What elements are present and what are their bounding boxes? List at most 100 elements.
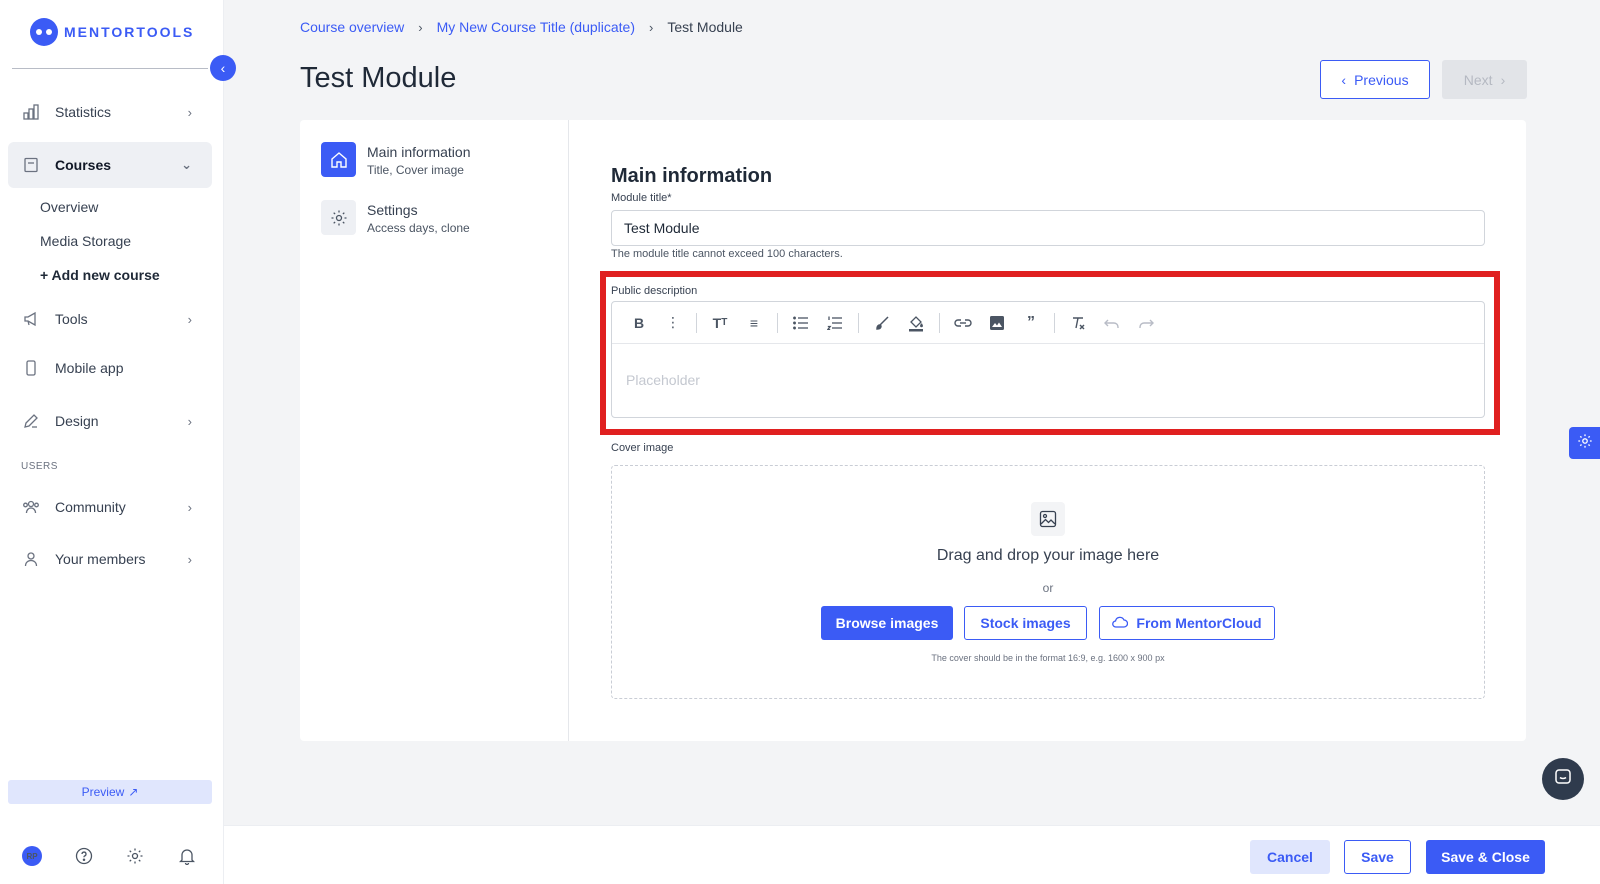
chevron-right-icon: › [187, 104, 192, 120]
previous-button[interactable]: ‹ Previous [1320, 60, 1430, 99]
previous-label: Previous [1354, 71, 1409, 88]
next-button[interactable]: Next › [1442, 60, 1527, 99]
mentorcloud-label: From MentorCloud [1136, 615, 1262, 631]
gear-icon[interactable] [125, 846, 145, 866]
chat-button[interactable] [1542, 758, 1584, 800]
chat-icon [1554, 768, 1572, 791]
font-size-icon[interactable]: TT [703, 308, 737, 338]
page-title: Test Module [300, 62, 457, 94]
sidebar-item-statistics[interactable]: Statistics › [8, 89, 212, 135]
gear-icon [1577, 433, 1593, 454]
user-icon [22, 550, 40, 568]
steps-panel: Main information Title, Cover image Sett… [300, 120, 569, 741]
chevron-right-icon: › [187, 551, 192, 567]
module-title-hint: The module title cannot exceed 100 chara… [611, 248, 843, 260]
bar-chart-icon [22, 103, 40, 121]
cover-image-dropzone[interactable]: Drag and drop your image here or Browse … [611, 465, 1485, 699]
numbered-list-icon[interactable] [818, 308, 852, 338]
module-form-card: Main information Title, Cover image Sett… [300, 120, 1526, 741]
chevron-right-icon: › [649, 19, 654, 35]
external-link-icon: ↗ [128, 785, 139, 799]
save-close-button[interactable]: Save & Close [1426, 840, 1545, 874]
module-title-label: Module title* [611, 192, 672, 204]
sidebar-subitem-overview[interactable]: Overview [40, 199, 98, 215]
avatar[interactable]: RP [22, 846, 42, 866]
chevron-left-icon: ‹ [220, 60, 226, 76]
next-label: Next [1463, 71, 1493, 88]
sidebar: MENTORTOOLS Statistics › Courses ⌄ Overv… [0, 0, 224, 884]
module-title-input[interactable]: Test Module [611, 210, 1485, 246]
sidebar-item-tools[interactable]: Tools › [8, 296, 212, 342]
add-new-course-link[interactable]: + Add new course [40, 267, 160, 283]
toolbar-divider [777, 312, 778, 333]
step-settings[interactable]: Settings Access days, clone [321, 200, 470, 235]
cancel-button[interactable]: Cancel [1250, 840, 1330, 874]
editor-toolbar: B ⋮ TT ≡ ” [612, 302, 1484, 344]
sidebar-item-label: Statistics [55, 104, 112, 120]
users-icon [22, 498, 40, 516]
phone-icon [22, 359, 40, 377]
sidebar-divider [12, 68, 208, 69]
sidebar-item-mobile-app[interactable]: Mobile app [8, 345, 212, 391]
step-title: Main information [367, 144, 471, 160]
chevron-down-icon: ⌄ [181, 157, 192, 172]
toolbar-divider [1054, 312, 1055, 333]
preview-label: Preview [81, 785, 125, 799]
bell-icon[interactable] [177, 846, 197, 866]
clear-format-icon[interactable] [1061, 308, 1095, 338]
chevron-right-icon: › [187, 413, 192, 429]
brand-logo[interactable]: MENTORTOOLS [30, 18, 194, 46]
section-title: Main information [611, 165, 773, 187]
or-text: or [1042, 581, 1054, 595]
chevron-right-icon: › [187, 311, 192, 327]
help-icon[interactable] [74, 846, 94, 866]
sidebar-subitem-media-storage[interactable]: Media Storage [40, 233, 131, 249]
align-icon[interactable]: ≡ [737, 308, 771, 338]
sidebar-item-label: Your members [55, 551, 146, 567]
breadcrumb-course[interactable]: My New Course Title (duplicate) [437, 19, 635, 35]
sidebar-item-label: Courses [55, 157, 112, 173]
save-button[interactable]: Save [1344, 840, 1411, 874]
sidebar-item-community[interactable]: Community › [8, 484, 212, 530]
sidebar-bottom-bar: RP [0, 838, 224, 878]
sidebar-collapse-button[interactable]: ‹ [210, 55, 236, 81]
toolbar-divider [696, 312, 697, 333]
breadcrumb-current: Test Module [667, 19, 743, 35]
stock-images-button[interactable]: Stock images [964, 606, 1087, 640]
breadcrumb-course-overview[interactable]: Course overview [300, 19, 404, 35]
image-icon [1031, 502, 1065, 536]
step-main-information[interactable]: Main information Title, Cover image [321, 142, 471, 177]
chevron-right-icon: › [1500, 71, 1506, 88]
sidebar-item-your-members[interactable]: Your members › [8, 536, 212, 582]
description-label: Public description [611, 285, 698, 297]
preview-button[interactable]: Preview ↗ [8, 780, 212, 804]
cover-format-note: The cover should be in the format 16:9, … [931, 653, 1165, 663]
step-title: Settings [367, 202, 418, 218]
book-icon [22, 156, 40, 174]
brush-icon[interactable] [865, 308, 899, 338]
more-vertical-icon[interactable]: ⋮ [656, 308, 690, 338]
cloud-icon [1112, 615, 1129, 631]
link-icon[interactable] [946, 308, 980, 338]
undo-icon[interactable] [1095, 308, 1129, 338]
mentorcloud-button[interactable]: From MentorCloud [1099, 606, 1275, 640]
chevron-right-icon: › [418, 19, 423, 35]
editor-content[interactable]: Placeholder [612, 344, 1484, 416]
sidebar-item-design[interactable]: Design › [8, 398, 212, 444]
sidebar-item-label: Community [55, 499, 126, 515]
step-subtitle: Title, Cover image [367, 163, 464, 177]
redo-icon[interactable] [1129, 308, 1163, 338]
chevron-left-icon: ‹ [1341, 71, 1347, 88]
bold-icon[interactable]: B [622, 308, 656, 338]
gear-icon [321, 200, 356, 235]
browse-images-button[interactable]: Browse images [821, 606, 953, 640]
sidebar-item-courses[interactable]: Courses ⌄ [8, 142, 212, 188]
quote-icon[interactable]: ” [1014, 308, 1048, 338]
settings-float-button[interactable] [1569, 427, 1600, 459]
toolbar-divider [858, 312, 859, 333]
image-icon[interactable] [980, 308, 1014, 338]
fill-color-icon[interactable] [899, 308, 933, 338]
toolbar-divider [939, 312, 940, 333]
form-footer: Cancel Save Save & Close [224, 825, 1600, 884]
bullet-list-icon[interactable] [784, 308, 818, 338]
